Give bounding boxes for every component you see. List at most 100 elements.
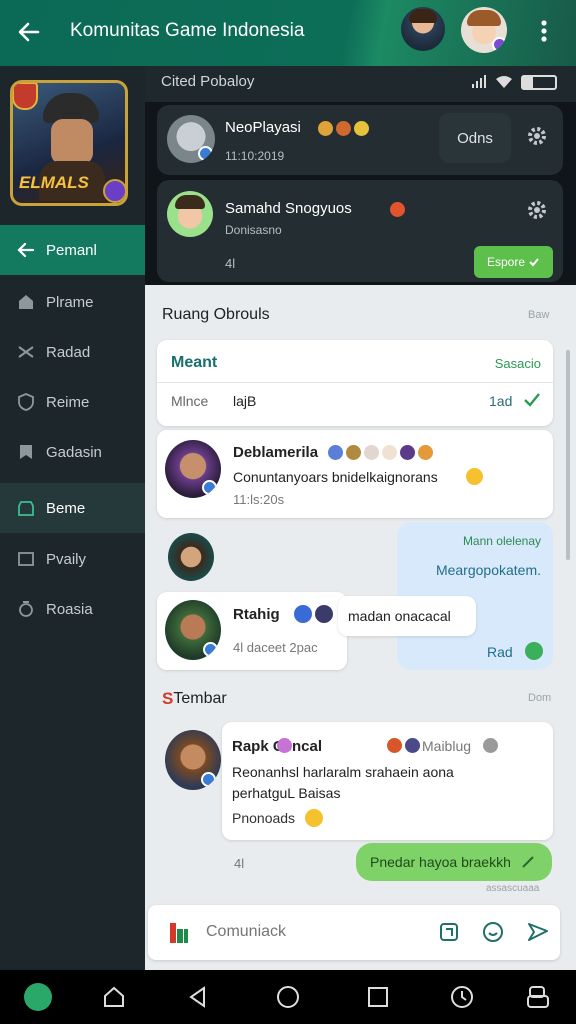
bubble-text: Meargopokatem. [435,562,541,578]
recents-icon[interactable] [361,980,395,1014]
sidebar-item-reime[interactable]: Reime [0,377,145,427]
shuffle-icon [16,342,36,362]
back-arrow-icon[interactable] [14,17,44,47]
sidebar-item-label: Gadasin [46,443,102,461]
message-time: 4l daceet 2pac [233,640,318,655]
profile-avatar[interactable] [461,7,507,53]
check-icon [529,258,539,267]
carrier-label: Cited Pobaloy [161,73,255,90]
message-stamp: assascuaaa [486,883,540,894]
tag-emoji-icon [274,737,292,755]
sidebar-item-pemanl[interactable]: Pemanl [0,225,145,275]
divider [157,382,553,383]
outgoing-bubble[interactable]: Pnedar hayoa braekkh [356,843,552,881]
check-icon [523,392,541,413]
more-vertical-icon[interactable] [534,17,554,45]
dm-card[interactable]: Samahd Snogyuos Donisasno 4l Espore [157,180,563,282]
section-title: Ruang Obrouls [162,306,270,323]
gear-icon[interactable] [526,199,548,226]
field-status: 1ad [489,393,513,409]
post-tag: Maiblug [422,738,472,754]
contact-name: NeoPlayasi [225,119,301,136]
status-bar: Cited Pobaloy [145,66,576,102]
sidebar-item-gadasin[interactable]: Gadasin [0,427,145,477]
message-card[interactable]: Deblamerila Conuntanyoars bnidelkaignora… [157,430,553,518]
pencil-icon [522,856,534,868]
user-avatar[interactable] [401,7,445,51]
message-text: Conuntanyoars bnidelkaignorans [233,469,438,485]
bubble-meta: Mann olelenay [462,534,541,548]
app-logo-icon [168,921,190,945]
contact-name: Samahd Snogyuos [225,200,352,217]
fire-emoji-icon [387,201,405,219]
sidebar-item-roasia[interactable]: Roasia [0,584,145,634]
message-composer [148,905,560,960]
contact-subtitle: Donisasno [225,223,282,237]
sidebar-item-beme[interactable]: Beme [0,483,145,533]
sidebar-item-label: Beme [46,499,86,517]
clock-icon[interactable] [445,980,479,1014]
button-label: Espore [486,255,526,269]
app-icon[interactable] [21,980,55,1014]
wifi-icon [495,75,513,94]
member-avatar[interactable] [168,533,214,581]
sidebar-item-label: Roasia [46,600,93,618]
attach-icon[interactable] [438,921,460,948]
battery-icon [521,75,557,90]
section-meta: Baw [528,309,550,321]
message-time: 11:ls:20s [233,492,285,507]
odns-button[interactable]: Odns [439,113,511,163]
image-icon [16,549,36,569]
sidebar-item-pvaily[interactable]: Pvaily [0,534,145,584]
contact-avatar[interactable] [167,115,215,163]
gear-icon[interactable] [526,125,548,152]
dm-card[interactable]: NeoPlayasi 11:10:2019 Odns [157,105,563,175]
post-avatar[interactable] [165,730,221,790]
post-card[interactable]: Rapk Cencal Maiblug Reonanhsl harlaralm … [222,722,553,840]
reaction-emoji-icon [384,737,420,755]
nav-home-circle-icon[interactable] [271,980,305,1014]
home-icon [16,292,36,312]
contact-avatar[interactable] [167,191,213,237]
sidebar-item-label: Pvaily [46,550,87,568]
message-author: Deblamerila [233,444,319,461]
store-icon [16,498,36,518]
laugh-emoji-icon [302,809,323,827]
top-app-bar: Komunitas Game Indonesia [0,0,576,66]
espore-button[interactable]: Espore [474,246,553,278]
section-title-text: Tembar [173,690,227,707]
field-label: Mlnce [171,393,209,409]
send-icon[interactable] [526,920,550,949]
emoji-icon[interactable] [481,920,505,949]
rank-badge-icon [13,83,38,110]
medal-icon [16,599,36,619]
sidebar-item-radad[interactable]: Radad [0,327,145,377]
scrollbar[interactable] [566,350,570,560]
message-author: Rtahig [233,606,280,623]
home-icon[interactable] [97,980,131,1014]
room-info-card[interactable]: Meant Sasacio Mlnce lajB 1ad [157,340,553,426]
back-arrow-icon [16,240,36,260]
message-bubble[interactable]: madan onacacal [338,596,476,636]
bookmark-icon [16,442,36,462]
sidebar-item-label: Reime [46,393,90,411]
reaction-emoji-icon [291,605,333,623]
message-card[interactable]: Rtahig 4l daceet 2pac [157,592,347,670]
section-title: S Tembar [162,689,227,709]
crown-emoji-icon [315,120,369,138]
nav-back-icon[interactable] [181,980,215,1014]
bubble-text: Pnedar hayoa braekkh [370,854,511,870]
verified-icon [525,642,543,660]
message-avatar[interactable] [165,440,221,498]
sidebar-item-plrame[interactable]: Plrame [0,277,145,327]
profile-switch-icon[interactable] [521,980,555,1014]
reaction-emoji-icon [325,444,433,462]
contact-subtitle: 11:10:2019 [225,149,285,163]
gear-emoji-icon [480,737,498,755]
game-cover-image[interactable]: ELMALS [10,80,128,206]
message-input[interactable] [206,915,406,949]
field-value: lajB [233,393,257,409]
message-avatar[interactable] [165,600,221,660]
section-meta: Dom [528,692,552,704]
signal-icon [471,74,487,95]
